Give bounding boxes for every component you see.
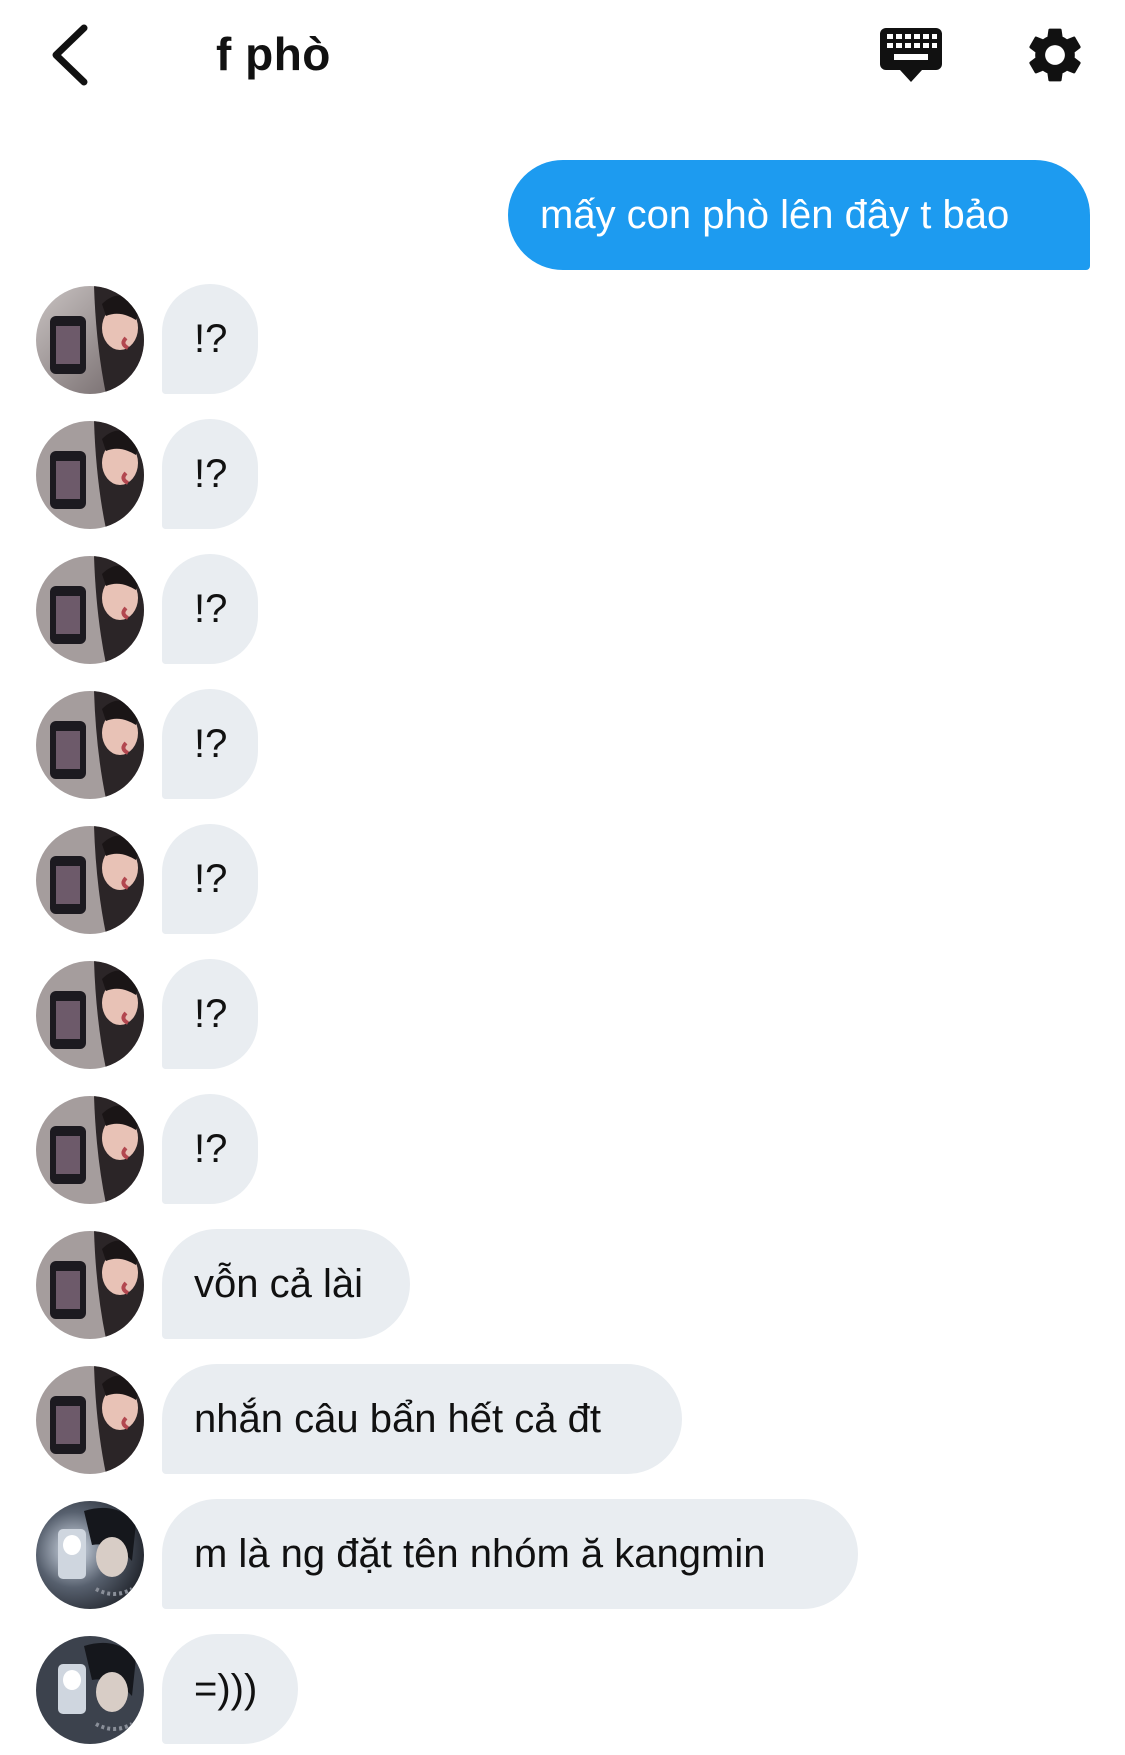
chat-header: f phò (0, 0, 1125, 120)
avatar[interactable] (36, 1636, 144, 1744)
avatar[interactable] (36, 961, 144, 1069)
avatar[interactable] (36, 556, 144, 664)
gear-icon (1029, 28, 1081, 82)
message-bubble-received[interactable]: !? (162, 824, 258, 934)
keyboard-icon (880, 28, 942, 82)
avatar[interactable] (36, 691, 144, 799)
avatar[interactable] (36, 1501, 144, 1609)
avatar[interactable] (36, 1231, 144, 1339)
message-bubble-received[interactable]: !? (162, 689, 258, 799)
message-bubble-received[interactable]: =))) (162, 1634, 298, 1744)
message-bubble-received[interactable]: nhắn câu bẩn hết cả đt (162, 1364, 682, 1474)
keyboard-button[interactable] (876, 22, 946, 92)
avatar[interactable] (36, 421, 144, 529)
back-button[interactable] (36, 20, 106, 90)
avatar[interactable] (36, 1096, 144, 1204)
settings-button[interactable] (1022, 22, 1088, 88)
conversation-title[interactable]: f phò (216, 24, 331, 84)
message-bubble-received[interactable]: vỗn cả lài (162, 1229, 410, 1339)
message-bubble-received[interactable]: !? (162, 959, 258, 1069)
message-bubble-received[interactable]: !? (162, 1094, 258, 1204)
message-bubble-received[interactable]: !? (162, 284, 258, 394)
message-bubble-received[interactable]: !? (162, 419, 258, 529)
message-bubble-received[interactable]: !? (162, 554, 258, 664)
message-bubble-sent[interactable]: mấy con phò lên đây t bảo (508, 160, 1090, 270)
chevron-left-icon (52, 24, 88, 86)
message-bubble-received[interactable]: m là ng đặt tên nhóm ă kangmin (162, 1499, 858, 1609)
avatar[interactable] (36, 826, 144, 934)
avatar[interactable] (36, 286, 144, 394)
avatar[interactable] (36, 1366, 144, 1474)
